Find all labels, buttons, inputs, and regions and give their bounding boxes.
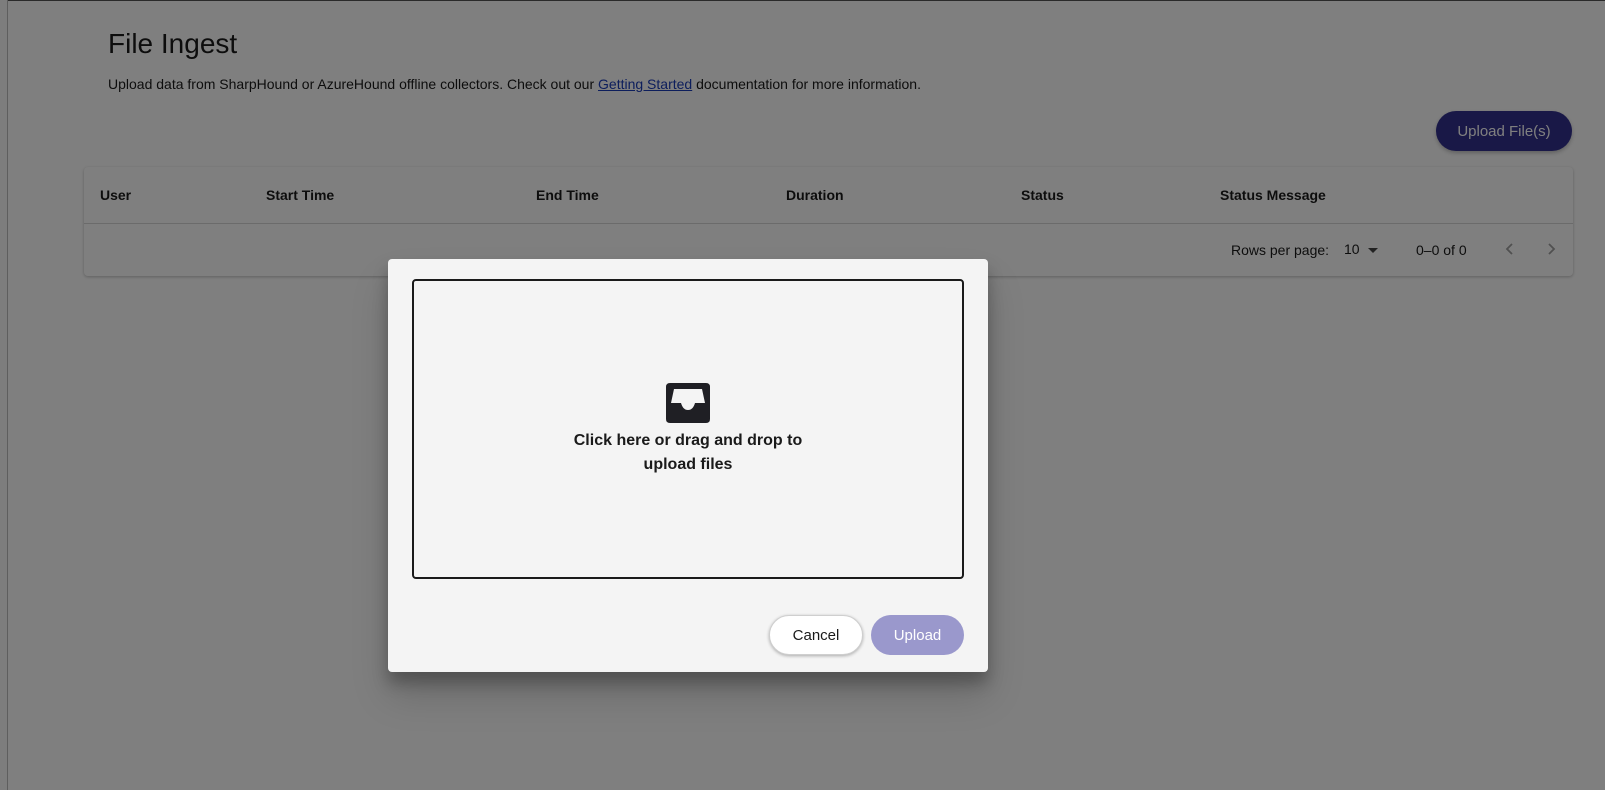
cancel-button[interactable]: Cancel — [769, 615, 863, 655]
upload-dialog: Click here or drag and drop to upload fi… — [388, 259, 988, 672]
inbox-icon — [666, 383, 710, 423]
file-dropzone[interactable]: Click here or drag and drop to upload fi… — [412, 279, 964, 579]
dialog-actions: Cancel Upload — [769, 615, 964, 655]
upload-button[interactable]: Upload — [871, 615, 964, 655]
dropzone-text: Click here or drag and drop to upload fi… — [573, 432, 803, 473]
